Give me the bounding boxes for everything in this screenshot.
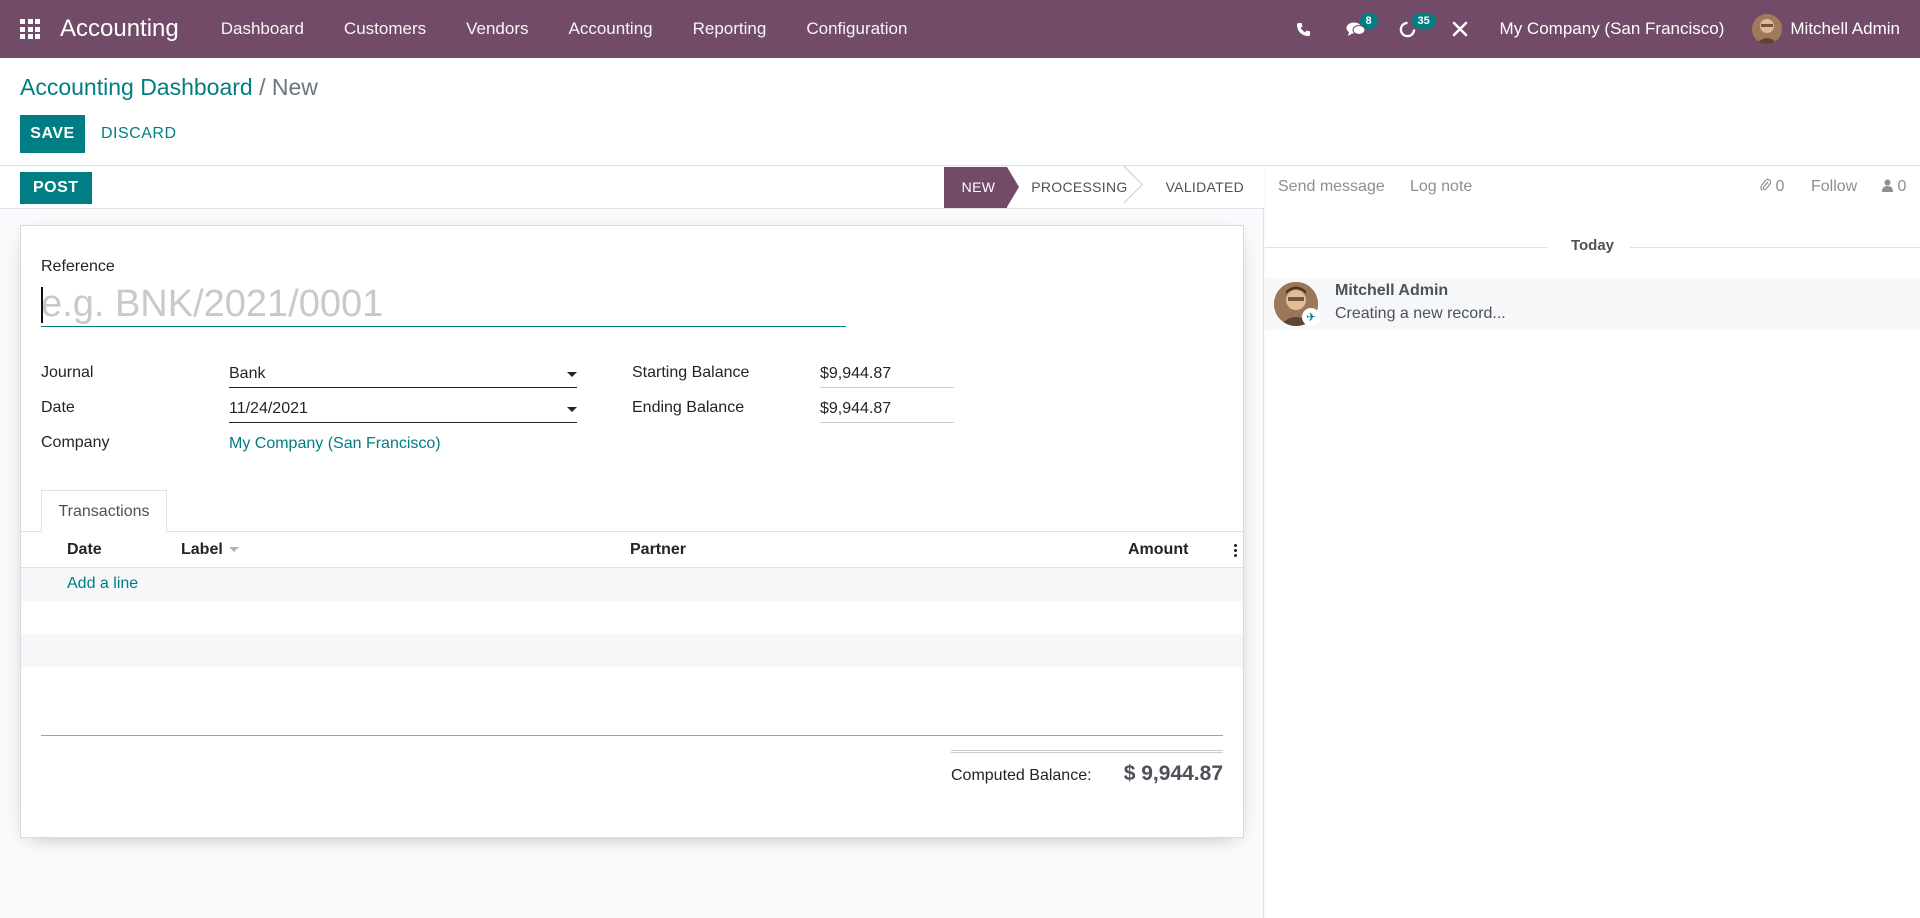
activities-icon[interactable]: 35 — [1382, 0, 1436, 58]
menu-item-dashboard[interactable]: Dashboard — [201, 0, 324, 58]
optional-columns-icon[interactable] — [1234, 544, 1237, 557]
menu-item-vendors[interactable]: Vendors — [446, 0, 548, 58]
total-divider — [951, 750, 1223, 754]
follow-button[interactable]: Follow — [1811, 178, 1857, 196]
messages-badge: 8 — [1359, 13, 1378, 29]
activities-badge: 35 — [1411, 13, 1436, 29]
column-header-partner[interactable]: Partner — [630, 541, 686, 559]
menu-item-accounting[interactable]: Accounting — [549, 0, 673, 58]
systray: 8 35 My Company (San Francisco) Mitchell… — [1278, 0, 1920, 58]
main-menu: Dashboard Customers Vendors Accounting R… — [201, 0, 928, 58]
form-sheet: Reference e.g. BNK/2021/0001 Journal Ban… — [20, 225, 1244, 838]
date-value: 11/24/2021 — [229, 400, 308, 417]
computed-balance-label: Computed Balance: — [951, 767, 1092, 784]
table-row — [21, 634, 1243, 667]
reference-input[interactable]: e.g. BNK/2021/0001 — [41, 281, 846, 327]
tab-transactions[interactable]: Transactions — [41, 490, 167, 533]
message-author[interactable]: Mitchell Admin — [1335, 282, 1448, 300]
starting-balance-label: Starting Balance — [632, 364, 750, 381]
column-header-date[interactable]: Date — [67, 541, 102, 559]
table-row: Add a line — [21, 568, 1243, 601]
app-brand[interactable]: Accounting — [60, 15, 179, 43]
journal-select[interactable]: Bank — [229, 360, 577, 388]
debug-tools-icon[interactable] — [1434, 0, 1486, 58]
status-stages: NEW PROCESSING VALIDATED — [943, 167, 1244, 208]
company-label: Company — [41, 434, 110, 451]
ending-balance-label: Ending Balance — [632, 399, 745, 416]
date-dropdown-icon[interactable] — [567, 407, 577, 412]
sort-caret-icon — [228, 547, 239, 553]
column-header-amount[interactable]: Amount — [1128, 541, 1188, 559]
company-link[interactable]: My Company (San Francisco) — [229, 435, 441, 453]
user-avatar — [1752, 14, 1783, 44]
post-button[interactable]: POST — [20, 172, 92, 204]
date-label: Date — [41, 399, 75, 416]
menu-item-reporting[interactable]: Reporting — [673, 0, 787, 58]
stage-processing[interactable]: PROCESSING — [1007, 167, 1139, 208]
column-header-label[interactable]: Label — [181, 541, 239, 559]
user-menu[interactable]: Mitchell Admin — [1752, 14, 1920, 44]
discard-button[interactable]: DISCARD — [101, 115, 177, 153]
paperclip-icon — [1760, 178, 1772, 191]
breadcrumb-current: New — [271, 74, 318, 100]
computed-balance-value: $ 9,944.87 — [1123, 762, 1223, 785]
reference-placeholder: e.g. BNK/2021/0001 — [41, 283, 384, 325]
form-view: POST NEW PROCESSING VALIDATED Reference … — [0, 167, 1264, 918]
journal-value: Bank — [229, 365, 266, 382]
ending-balance-input[interactable]: $9,944.87 — [820, 395, 954, 423]
table-row — [21, 601, 1243, 634]
attachments-count: 0 — [1775, 178, 1785, 195]
menu-item-customers[interactable]: Customers — [324, 0, 446, 58]
control-panel: Accounting Dashboard / New SAVE DISCARD — [0, 58, 1920, 166]
chatter-message: ✈ Mitchell Admin Creating a new record..… — [1265, 278, 1920, 330]
stage-validated[interactable]: VALIDATED — [1140, 167, 1244, 208]
starting-balance-input[interactable]: $9,944.87 — [820, 360, 954, 388]
total-row: Computed Balance: $ 9,944.87 — [951, 762, 1223, 786]
message-body: Creating a new record... — [1335, 305, 1506, 322]
date-separator-label: Today — [1570, 237, 1615, 254]
send-message-button[interactable]: Send message — [1278, 178, 1385, 196]
text-caret — [41, 287, 43, 323]
attachments-button[interactable]: 0 — [1760, 178, 1784, 196]
add-line-link[interactable]: Add a line — [67, 575, 138, 593]
top-navbar: Accounting Dashboard Customers Vendors A… — [0, 0, 1920, 58]
reference-label: Reference — [41, 258, 115, 275]
log-note-button[interactable]: Log note — [1410, 178, 1472, 196]
apps-menu-icon[interactable] — [0, 0, 60, 58]
chatter-panel: Send message Log note 0 Follow 0 Today ✈… — [1265, 167, 1920, 918]
followers-count: 0 — [1897, 178, 1907, 195]
form-statusbar: POST NEW PROCESSING VALIDATED — [0, 167, 1264, 209]
company-switcher[interactable]: My Company (San Francisco) — [1486, 19, 1753, 39]
user-name: Mitchell Admin — [1790, 19, 1900, 38]
save-button[interactable]: SAVE — [20, 115, 85, 153]
stage-new[interactable]: NEW — [943, 167, 1019, 208]
date-input[interactable]: 11/24/2021 — [229, 395, 577, 423]
breadcrumb-separator: / — [259, 74, 266, 100]
journal-dropdown-icon[interactable] — [567, 372, 577, 377]
journal-label: Journal — [41, 364, 94, 381]
breadcrumb: Accounting Dashboard / New — [20, 74, 318, 101]
user-icon — [1882, 179, 1893, 192]
computed-balance-block: Computed Balance: $ 9,944.87 — [951, 750, 1223, 786]
table-bottom-divider — [41, 735, 1223, 736]
plane-icon: ✈ — [1302, 308, 1320, 326]
column-header-label-text: Label — [181, 541, 223, 558]
menu-item-configuration[interactable]: Configuration — [786, 0, 927, 58]
messages-icon[interactable]: 8 — [1330, 0, 1382, 58]
phone-icon[interactable] — [1278, 0, 1330, 58]
breadcrumb-parent-link[interactable]: Accounting Dashboard — [20, 74, 253, 100]
transactions-table-header: Date Label Partner Amount — [21, 533, 1243, 568]
chatter-topbar: Send message Log note 0 Follow 0 — [1265, 167, 1920, 209]
date-separator-line-right — [1630, 247, 1920, 248]
notebook-tabs: Transactions — [21, 490, 1243, 533]
followers-button[interactable]: 0 — [1882, 178, 1906, 196]
